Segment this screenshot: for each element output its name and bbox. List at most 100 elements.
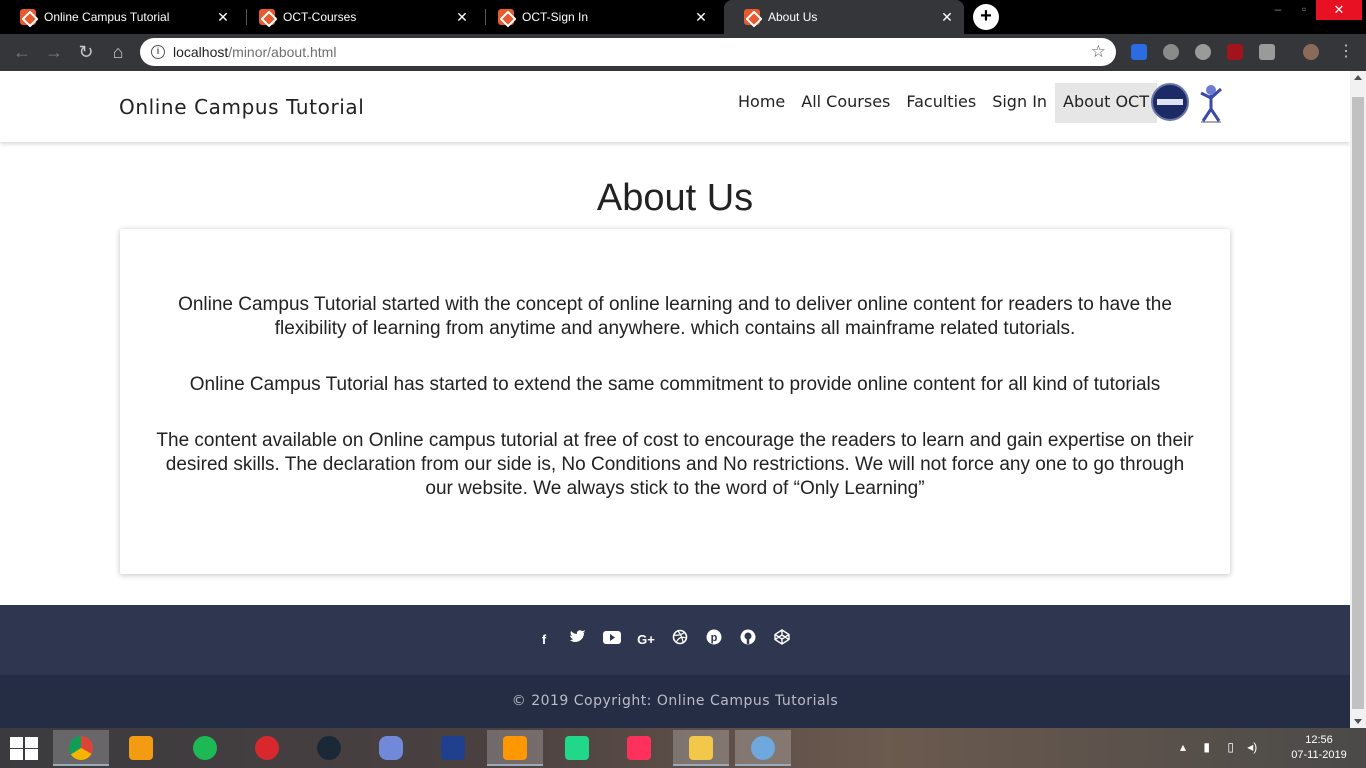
tab-oct-sign-in[interactable]: OCT-Sign In ✕ [478, 0, 718, 34]
tab-label: OCT-Courses [283, 10, 357, 24]
tab-oct-courses[interactable]: OCT-Courses ✕ [239, 0, 479, 34]
reload-icon[interactable]: ↻ [74, 41, 98, 65]
windows-taskbar: ▴ ▮ ▯ ◂) 12:56 07-11-2019 [0, 728, 1366, 768]
sublime-text-icon [503, 736, 527, 760]
nav-about-oct[interactable]: About OCT [1055, 83, 1157, 123]
volume-icon[interactable]: ◂) [1247, 740, 1257, 754]
extension-puzzle-icon[interactable] [1163, 44, 1179, 60]
browser-toolbar: ← → ↻ ⌂ i localhost /minor/about.html ☆ … [0, 34, 1366, 71]
url-path: /minor/about.html [228, 44, 337, 60]
url-host: localhost [173, 44, 229, 60]
mascot-logo [1200, 85, 1223, 123]
taskbar-sublime[interactable] [487, 730, 543, 766]
dribbble-icon[interactable] [669, 629, 691, 651]
scrollbar-thumb[interactable] [1352, 97, 1364, 709]
twitter-icon[interactable] [567, 629, 589, 651]
taskbar-devcpp[interactable] [425, 730, 481, 766]
intellij-icon [627, 736, 651, 760]
taskbar-pycharm[interactable] [549, 730, 605, 766]
extension-gamepad-icon[interactable] [1259, 44, 1275, 60]
scroll-up-icon[interactable] [1354, 75, 1362, 80]
xampp-favicon-icon [259, 9, 275, 25]
social-icons: f G+ p [533, 629, 805, 651]
nav-sign-in[interactable]: Sign In [984, 83, 1055, 123]
about-card: Online Campus Tutorial started with the … [120, 229, 1230, 574]
system-tray: ▴ ▮ ▯ ◂) [1180, 740, 1257, 754]
copyright-text: © 2019 Copyright: Online Campus Tutorial… [511, 693, 839, 709]
file-explorer-icon [689, 736, 713, 760]
tab-close-icon[interactable]: ✕ [690, 9, 712, 26]
window-close-button[interactable]: ✕ [1316, 0, 1362, 20]
about-paragraph-3: The content available on Online campus t… [156, 430, 1194, 499]
extension-podcast-icon[interactable] [1195, 44, 1211, 60]
scroll-down-icon[interactable] [1354, 719, 1362, 724]
codepen-icon[interactable] [771, 629, 793, 651]
taskbar-spotify[interactable] [177, 730, 233, 766]
footer-copyright-bar: © 2019 Copyright: Online Campus Tutorial… [0, 675, 1350, 728]
tab-about-us[interactable]: About Us ✕ [724, 0, 964, 34]
network-icon[interactable]: ▮ [1203, 740, 1210, 754]
clock-date: 07-11-2019 [1291, 749, 1347, 761]
taskbar-chrome[interactable] [53, 730, 109, 766]
github-icon[interactable] [737, 629, 759, 651]
nav-faculties[interactable]: Faculties [898, 83, 984, 123]
battery-icon[interactable]: ▯ [1227, 740, 1234, 754]
bookmark-star-icon[interactable]: ☆ [1091, 42, 1106, 62]
back-icon[interactable]: ← [10, 41, 34, 65]
tab-close-icon[interactable]: ✕ [451, 9, 473, 26]
tray-expand-icon[interactable]: ▴ [1180, 740, 1186, 754]
taskbar-file-explorer[interactable] [673, 730, 729, 766]
youtube-icon[interactable] [601, 629, 623, 651]
address-bar[interactable]: i localhost /minor/about.html ☆ [140, 38, 1116, 66]
facebook-icon[interactable]: f [533, 629, 555, 651]
discord-icon [379, 736, 403, 760]
clock-time: 12:56 [1305, 734, 1333, 746]
home-icon[interactable]: ⌂ [106, 41, 130, 65]
site-brand[interactable]: Online Campus Tutorial [119, 95, 364, 119]
google-plus-icon[interactable]: G+ [635, 629, 657, 651]
mega-icon [255, 736, 279, 760]
page-viewport: Online Campus Tutorial Home All Courses … [0, 71, 1350, 728]
page-title: About Us [596, 177, 754, 219]
taskbar-paint[interactable] [735, 730, 791, 766]
devcpp-icon [441, 736, 465, 760]
taskbar-mega[interactable] [239, 730, 295, 766]
extension-ublock-icon[interactable] [1227, 44, 1243, 60]
about-paragraph-2: Online Campus Tutorial has started to ex… [189, 374, 1161, 395]
maximize-icon[interactable]: ▫ [1292, 0, 1316, 20]
extension-bookmark-icon[interactable] [1131, 44, 1147, 60]
tab-label: OCT-Sign In [522, 10, 589, 24]
tab-online-campus-tutorial[interactable]: Online Campus Tutorial ✕ [0, 0, 240, 34]
menu-kebab-icon[interactable]: ⋮ [1334, 41, 1358, 65]
nav-home[interactable]: Home [730, 83, 793, 123]
spotify-icon [193, 736, 217, 760]
taskbar-intellij[interactable] [611, 730, 667, 766]
site-info-icon[interactable]: i [151, 45, 165, 59]
chrome-icon [69, 736, 93, 760]
minimize-icon[interactable]: – [1266, 0, 1290, 20]
media-player-icon [129, 736, 153, 760]
xampp-favicon-icon [498, 9, 514, 25]
tab-close-icon[interactable]: ✕ [212, 9, 234, 26]
tab-label: Online Campus Tutorial [44, 10, 170, 24]
pycharm-icon [565, 736, 589, 760]
taskbar-clock[interactable]: 12:56 07-11-2019 [1284, 733, 1354, 763]
page-scrollbar[interactable] [1350, 71, 1366, 728]
windows-start-icon[interactable] [8, 736, 40, 760]
pinterest-icon[interactable]: p [703, 629, 725, 651]
steam-icon [317, 736, 341, 760]
taskbar-media-player[interactable] [113, 730, 169, 766]
paint-icon [751, 736, 775, 760]
svg-text:p: p [711, 632, 718, 644]
forward-icon[interactable]: → [42, 41, 66, 65]
nav-all-courses[interactable]: All Courses [793, 83, 898, 123]
taskbar-steam[interactable] [301, 730, 357, 766]
taskbar-discord[interactable] [363, 730, 419, 766]
tab-label: About Us [768, 10, 818, 24]
tab-close-icon[interactable]: ✕ [936, 9, 958, 26]
college-emblem-logo [1151, 83, 1189, 121]
profile-avatar[interactable] [1303, 44, 1319, 60]
xampp-favicon-icon [20, 9, 36, 25]
browser-tab-bar: Online Campus Tutorial ✕ OCT-Courses ✕ O… [0, 0, 1366, 34]
new-tab-button[interactable]: + [973, 4, 999, 30]
